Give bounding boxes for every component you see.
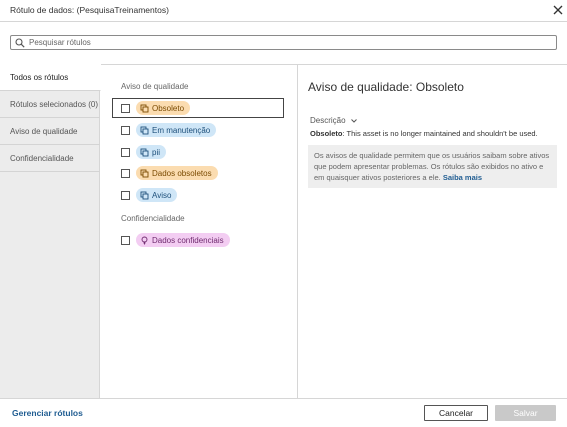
label-row-em-manutencao[interactable]: Em manutenção: [113, 120, 285, 140]
nav-item-selected-labels[interactable]: Rótulos selecionados (0): [0, 91, 100, 118]
description-toggle[interactable]: Descrição: [310, 116, 358, 125]
nav-item-confidentiality[interactable]: Confidencialidade: [0, 145, 100, 172]
checkbox[interactable]: [121, 168, 130, 178]
label-chip-text: pii: [152, 147, 161, 157]
description-text: Obsoleto: This asset is no longer mainta…: [310, 129, 538, 138]
section-title-confidentiality: Confidencialidade: [121, 214, 185, 223]
description-toggle-label: Descrição: [310, 116, 346, 125]
label-chip-text: Dados obsoletos: [152, 168, 212, 178]
bulb-icon: [141, 236, 148, 244]
checkbox[interactable]: [121, 147, 130, 157]
manage-labels-link[interactable]: Gerenciar rótulos: [12, 408, 83, 418]
copy-icon: [140, 191, 149, 199]
label-chip: Dados obsoletos: [136, 166, 218, 180]
close-icon[interactable]: [551, 3, 565, 17]
info-text: Os avisos de qualidade permitem que os u…: [314, 151, 550, 182]
label-chip: Aviso: [136, 188, 178, 202]
nav-item-label: Rótulos selecionados (0): [10, 99, 99, 109]
checkbox[interactable]: [121, 103, 130, 113]
checkbox[interactable]: [121, 190, 130, 200]
footer-divider: [0, 398, 567, 399]
copy-icon: [140, 104, 149, 112]
label-row-dados-obsoletos[interactable]: Dados obsoletos: [113, 163, 285, 183]
copy-icon: [140, 169, 149, 177]
label-row-aviso[interactable]: Aviso: [113, 185, 285, 205]
label-list: Aviso de qualidade Obsoleto Em manutençã…: [101, 64, 298, 398]
chevron-down-icon: [350, 118, 357, 123]
dialog-titlebar: Rótulo de dados: (PesquisaTreinamentos): [0, 0, 567, 21]
search-icon: [15, 37, 25, 48]
checkbox[interactable]: [121, 125, 130, 135]
label-chip: Em manutenção: [136, 123, 217, 137]
search-input[interactable]: [29, 38, 529, 47]
label-chip-text: Aviso: [152, 190, 172, 200]
left-nav: Todos os rótulos Rótulos selecionados (0…: [0, 64, 101, 398]
checkbox[interactable]: [121, 235, 130, 245]
search-box[interactable]: [10, 35, 557, 50]
dialog-title: Rótulo de dados: (PesquisaTreinamentos): [10, 5, 169, 15]
titlebar-divider: [0, 21, 567, 22]
detail-title: Aviso de qualidade: Obsoleto: [308, 80, 464, 94]
label-chip-text: Em manutenção: [152, 125, 211, 135]
save-button[interactable]: Salvar: [495, 405, 556, 421]
info-box: Os avisos de qualidade permitem que os u…: [308, 145, 557, 188]
label-chip: Dados confidenciais: [136, 233, 230, 247]
copy-icon: [140, 126, 149, 134]
label-row-obsoleto[interactable]: Obsoleto: [112, 98, 284, 118]
copy-icon: [140, 148, 149, 156]
description-body: : This asset is no longer maintained and…: [342, 129, 538, 138]
learn-more-link[interactable]: Saiba mais: [443, 173, 482, 182]
nav-item-all-labels[interactable]: Todos os rótulos: [0, 64, 101, 91]
description-name: Obsoleto: [310, 129, 343, 138]
label-chip: Obsoleto: [136, 101, 191, 115]
label-chip-text: Dados confidenciais: [152, 235, 224, 245]
label-chip: pii: [136, 145, 167, 159]
nav-item-quality-warning[interactable]: Aviso de qualidade: [0, 118, 100, 145]
nav-item-label: Aviso de qualidade: [10, 126, 78, 136]
label-row-pii[interactable]: pii: [113, 142, 285, 162]
label-row-dados-confidenciais[interactable]: Dados confidenciais: [113, 230, 285, 250]
cancel-button[interactable]: Cancelar: [424, 405, 488, 421]
nav-item-label: Todos os rótulos: [10, 72, 69, 82]
nav-item-label: Confidencialidade: [10, 153, 74, 163]
label-chip-text: Obsoleto: [152, 103, 185, 113]
section-title-quality: Aviso de qualidade: [121, 82, 189, 91]
